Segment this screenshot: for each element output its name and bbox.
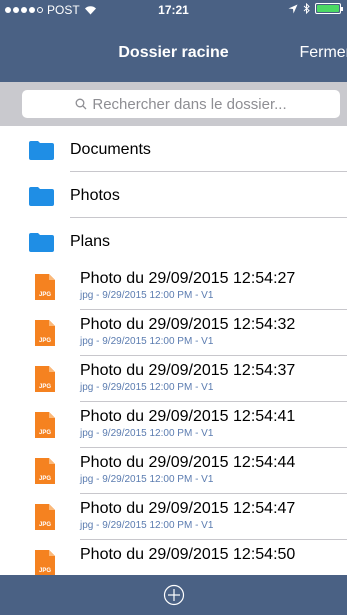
file-meta: jpg - 9/29/2015 12:00 PM - V1 (80, 290, 214, 301)
folder-name: Documents (70, 141, 151, 158)
search-icon (75, 98, 87, 110)
file-name: Photo du 29/09/2015 12:54:37 (80, 362, 296, 379)
page-title: Dossier racine (118, 44, 229, 61)
svg-text:JPG: JPG (39, 338, 51, 344)
status-bar: POST 17:21 (0, 0, 347, 20)
navigation-header: POST 17:21 Dossier racine Fermer (0, 0, 347, 82)
folder-item-photos[interactable]: Photos (0, 172, 347, 218)
jpg-file-icon: JPG (35, 504, 55, 530)
svg-text:JPG: JPG (39, 292, 51, 298)
svg-text:JPG: JPG (39, 384, 51, 390)
file-name: Photo du 29/09/2015 12:54:47 (80, 500, 296, 517)
file-item[interactable]: JPG Photo du 29/09/2015 12:54:41 jpg - 9… (0, 402, 347, 448)
file-meta: jpg - 9/29/2015 12:00 PM - V1 (80, 382, 214, 393)
location-arrow-icon (288, 4, 298, 13)
file-name: Photo du 29/09/2015 12:54:27 (80, 270, 296, 287)
svg-text:JPG: JPG (39, 476, 51, 482)
folder-name: Plans (70, 233, 111, 250)
file-name: Photo du 29/09/2015 12:54:44 (80, 454, 296, 471)
search-input[interactable]: Rechercher dans le dossier... (22, 90, 340, 118)
file-item[interactable]: JPG Photo du 29/09/2015 12:54:32 jpg - 9… (0, 310, 347, 356)
svg-text:JPG: JPG (39, 522, 51, 528)
bottom-toolbar (0, 575, 347, 615)
file-meta: jpg - 9/29/2015 12:00 PM - V1 (80, 336, 214, 347)
search-bar: Rechercher dans le dossier... (0, 82, 347, 126)
folder-name: Photos (70, 187, 120, 204)
jpg-file-icon: JPG (35, 550, 55, 576)
bluetooth-icon (303, 3, 310, 14)
file-item[interactable]: JPG Photo du 29/09/2015 12:54:27 jpg - 9… (0, 264, 347, 310)
file-meta: jpg - 9/29/2015 12:00 PM - V1 (80, 474, 214, 485)
folder-content-list: Documents Photos Plans JPG Photo du 29/0… (0, 126, 347, 586)
jpg-file-icon: JPG (35, 320, 55, 346)
jpg-file-icon: JPG (35, 458, 55, 484)
jpg-file-icon: JPG (35, 366, 55, 392)
file-item[interactable]: JPG Photo du 29/09/2015 12:54:44 jpg - 9… (0, 448, 347, 494)
add-circle-icon[interactable] (163, 584, 185, 606)
file-item[interactable]: JPG Photo du 29/09/2015 12:54:37 jpg - 9… (0, 356, 347, 402)
folder-icon (29, 233, 54, 252)
file-name: Photo du 29/09/2015 12:54:50 (80, 546, 296, 563)
svg-text:JPG: JPG (39, 430, 51, 436)
jpg-file-icon: JPG (35, 412, 55, 438)
file-item[interactable]: JPG Photo du 29/09/2015 12:54:47 jpg - 9… (0, 494, 347, 540)
file-meta: jpg - 9/29/2015 12:00 PM - V1 (80, 520, 214, 531)
file-name: Photo du 29/09/2015 12:54:32 (80, 316, 296, 333)
folder-item-plans[interactable]: Plans (0, 218, 347, 264)
folder-item-documents[interactable]: Documents (0, 126, 347, 172)
folder-icon (29, 141, 54, 160)
svg-text:JPG: JPG (39, 568, 51, 574)
file-name: Photo du 29/09/2015 12:54:41 (80, 408, 296, 425)
battery-icon (315, 3, 343, 14)
status-right (288, 3, 343, 14)
folder-icon (29, 187, 54, 206)
search-placeholder: Rechercher dans le dossier... (92, 95, 287, 113)
jpg-file-icon: JPG (35, 274, 55, 300)
close-button[interactable]: Fermer (299, 44, 347, 62)
file-meta: jpg - 9/29/2015 12:00 PM - V1 (80, 428, 214, 439)
